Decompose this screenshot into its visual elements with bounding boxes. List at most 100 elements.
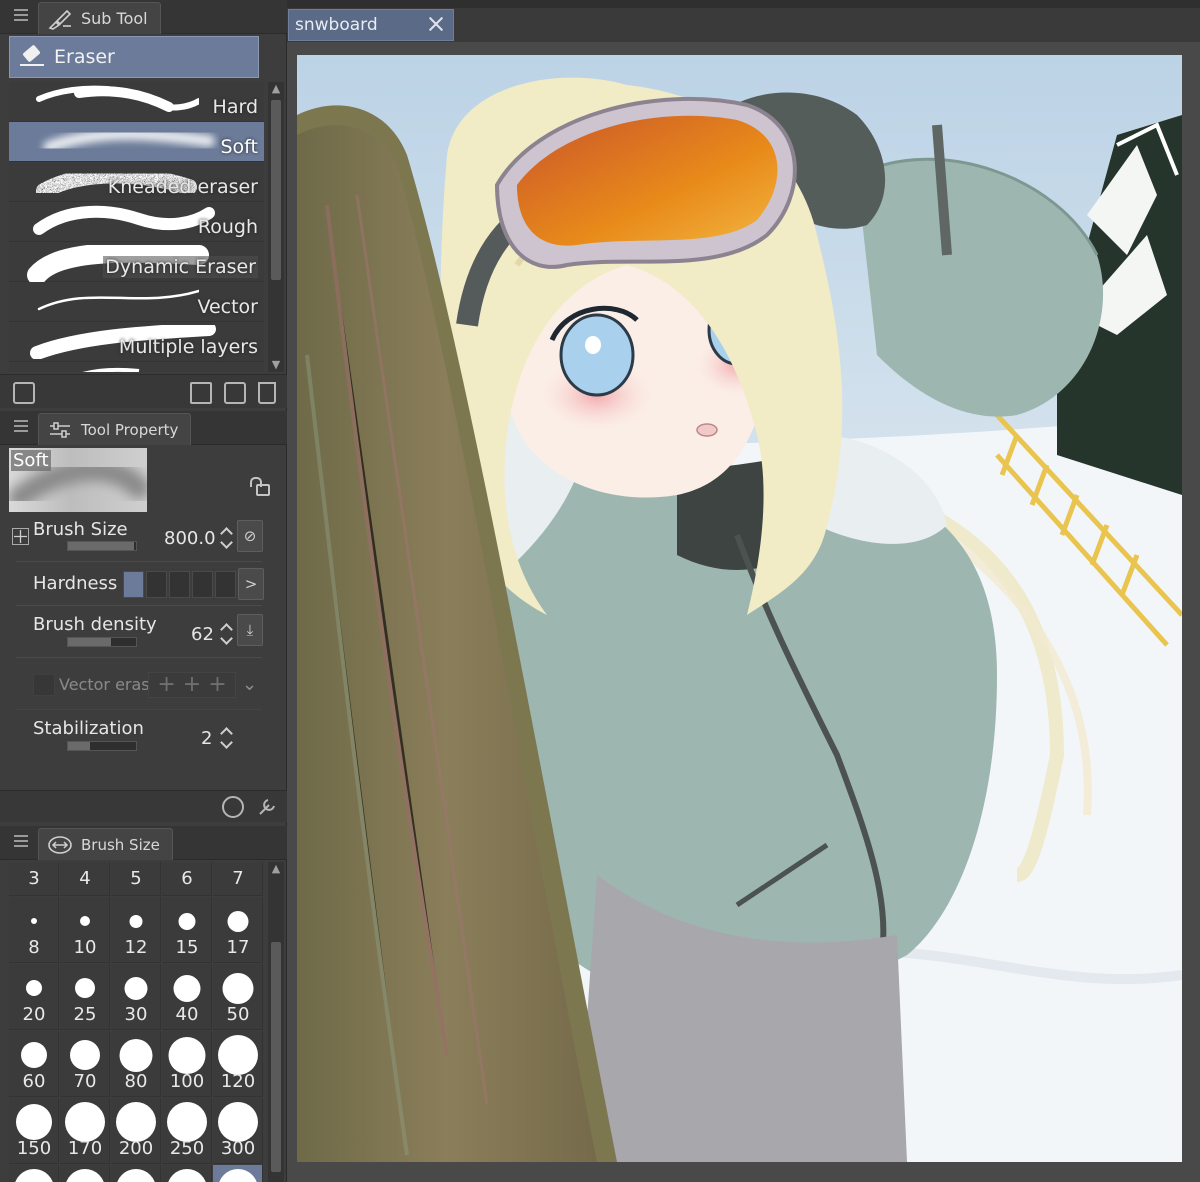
- scroll-down-icon[interactable]: ▼: [268, 358, 284, 372]
- hardness-step-1[interactable]: [123, 571, 144, 598]
- brush-size-value[interactable]: 800.0: [164, 528, 216, 549]
- brushsize-panel-header: Brush Size: [0, 826, 287, 860]
- brush-size-spinner-icon[interactable]: [220, 526, 234, 550]
- property-panel-header: Tool Property: [0, 411, 287, 445]
- close-icon[interactable]: [428, 16, 444, 32]
- brush-size-cell[interactable]: [9, 1165, 59, 1182]
- brush-size-label: 60: [22, 1071, 46, 1092]
- stabilization-spinner-icon[interactable]: [220, 726, 234, 750]
- brush-size-cell[interactable]: 50: [213, 964, 263, 1030]
- brush-size-cell[interactable]: 60: [9, 1031, 59, 1097]
- brush-size-cell[interactable]: 200: [111, 1098, 161, 1164]
- subtool-item-dynamic-eraser[interactable]: Dynamic Eraser: [9, 242, 264, 285]
- scroll-up-icon[interactable]: ▲: [268, 82, 284, 96]
- hard-stroke-preview: [36, 85, 199, 112]
- hardness-step-3[interactable]: [169, 571, 190, 598]
- brush-size-cell[interactable]: 300: [213, 1098, 263, 1164]
- brush-size-cell[interactable]: 6: [162, 862, 212, 896]
- subtool-item-hard[interactable]: Hard: [9, 82, 264, 122]
- property-menu-icon[interactable]: [14, 420, 28, 432]
- drawing-canvas[interactable]: [297, 55, 1182, 1162]
- brush-size-cell[interactable]: 3: [9, 862, 59, 896]
- subtool-scroll-thumb[interactable]: [271, 100, 281, 280]
- brush-size-cell[interactable]: 150: [9, 1098, 59, 1164]
- brush-size-cell[interactable]: 17: [213, 897, 263, 963]
- brush-size-dot: [119, 1038, 152, 1072]
- brush-size-label: 20: [22, 1004, 46, 1025]
- brush-size-cell[interactable]: 250: [162, 1098, 212, 1164]
- duplicate-subtool-icon[interactable]: [224, 382, 246, 404]
- document-tab[interactable]: snwboard: [288, 9, 454, 41]
- brush-size-slider[interactable]: [67, 541, 137, 551]
- hardness-step-2[interactable]: [146, 571, 167, 598]
- brush-size-cell[interactable]: 7: [213, 862, 263, 896]
- timer-icon[interactable]: [222, 796, 244, 818]
- density-pressure-button[interactable]: ⤓: [237, 614, 263, 646]
- brush-size-cell[interactable]: 20: [9, 964, 59, 1030]
- subtool-item-vector[interactable]: Vector: [9, 282, 264, 322]
- chevron-down-icon[interactable]: ⌄: [242, 674, 257, 695]
- subtool-settings-icon[interactable]: [13, 382, 35, 404]
- brush-size-cell[interactable]: 120: [213, 1031, 263, 1097]
- stabilization-slider[interactable]: [67, 741, 137, 751]
- hardness-expand-button[interactable]: >: [238, 568, 264, 600]
- property-tab[interactable]: Tool Property: [38, 413, 192, 445]
- brush-size-cell[interactable]: [162, 1165, 212, 1182]
- scroll-up-icon[interactable]: ▲: [268, 862, 284, 876]
- brush-size-cell[interactable]: 80: [111, 1031, 161, 1097]
- brush-size-cell[interactable]: 30: [111, 964, 161, 1030]
- brush-size-cell[interactable]: [111, 1165, 161, 1182]
- vector-erase-mode-icons[interactable]: + + +: [148, 672, 236, 698]
- subtool-item-partial[interactable]: [9, 362, 264, 372]
- brush-size-cell[interactable]: 100: [162, 1031, 212, 1097]
- subtool-item-kneaded-eraser[interactable]: Kneaded eraser: [9, 162, 264, 202]
- brushsize-tab[interactable]: Brush Size: [38, 828, 173, 860]
- brush-size-cell[interactable]: 70: [60, 1031, 110, 1097]
- brush-size-dot: [129, 914, 142, 928]
- hardness-step-4[interactable]: [192, 571, 213, 598]
- pressure-settings-button[interactable]: ⊘: [237, 520, 263, 552]
- brushsize-menu-icon[interactable]: [14, 835, 28, 847]
- vector-erase-row: Vector erase + + + ⌄: [16, 658, 262, 710]
- wrench-icon[interactable]: [256, 796, 278, 818]
- eraser-group-button[interactable]: Eraser: [9, 36, 259, 78]
- brush-size-cell[interactable]: 15: [162, 897, 212, 963]
- brush-size-toggle-icon[interactable]: [12, 528, 29, 545]
- brush-size-label: 5: [130, 868, 142, 889]
- brush-density-spinner-icon[interactable]: [220, 622, 234, 646]
- brush-size-cell[interactable]: 5: [111, 862, 161, 896]
- brushsize-scrollbar[interactable]: ▲: [268, 862, 284, 1182]
- brush-size-cell[interactable]: 8: [9, 897, 59, 963]
- app-window: Sub Tool Eraser Hard Soft Kneaded eraser: [0, 0, 1200, 1182]
- brush-size-cell[interactable]: 170: [60, 1098, 110, 1164]
- brush-size-dot: [173, 974, 200, 1002]
- subtool-tab[interactable]: Sub Tool: [38, 2, 161, 34]
- subtool-scrollbar[interactable]: ▲ ▼: [268, 82, 284, 372]
- brush-density-value[interactable]: 62: [191, 624, 214, 645]
- brush-size-cell[interactable]: 4: [60, 862, 110, 896]
- subtool-menu-icon[interactable]: [14, 9, 28, 21]
- subtool-item-soft[interactable]: Soft: [9, 122, 264, 162]
- brush-size-dot: [166, 1169, 207, 1182]
- brush-size-cell[interactable]: 25: [60, 964, 110, 1030]
- brush-size-label: 200: [118, 1138, 154, 1159]
- brush-size-cell[interactable]: 40: [162, 964, 212, 1030]
- sliders-icon: [47, 419, 73, 441]
- brush-size-cell[interactable]: 10: [60, 897, 110, 963]
- brush-size-cell[interactable]: [60, 1165, 110, 1182]
- lock-icon[interactable]: [250, 477, 270, 496]
- vector-erase-checkbox[interactable]: [33, 674, 55, 696]
- subtool-item-multiple-layers[interactable]: Multiple layers: [9, 322, 264, 362]
- brush-size-cell[interactable]: 12: [111, 897, 161, 963]
- vector-erase-label: Vector erase: [59, 675, 160, 694]
- brush-density-slider[interactable]: [67, 637, 137, 647]
- hardness-step-5[interactable]: [215, 571, 236, 598]
- brush-density-row: Brush density 62 ⤓: [16, 606, 263, 658]
- brush-size-cell[interactable]: [213, 1165, 263, 1182]
- brushsize-scroll-thumb[interactable]: [271, 942, 281, 1172]
- stabilization-value[interactable]: 2: [201, 728, 212, 749]
- import-subtool-icon[interactable]: [190, 382, 212, 404]
- document-tab-title: snwboard: [295, 15, 378, 35]
- subtool-item-rough[interactable]: Rough: [9, 202, 264, 242]
- trash-icon[interactable]: [258, 382, 276, 404]
